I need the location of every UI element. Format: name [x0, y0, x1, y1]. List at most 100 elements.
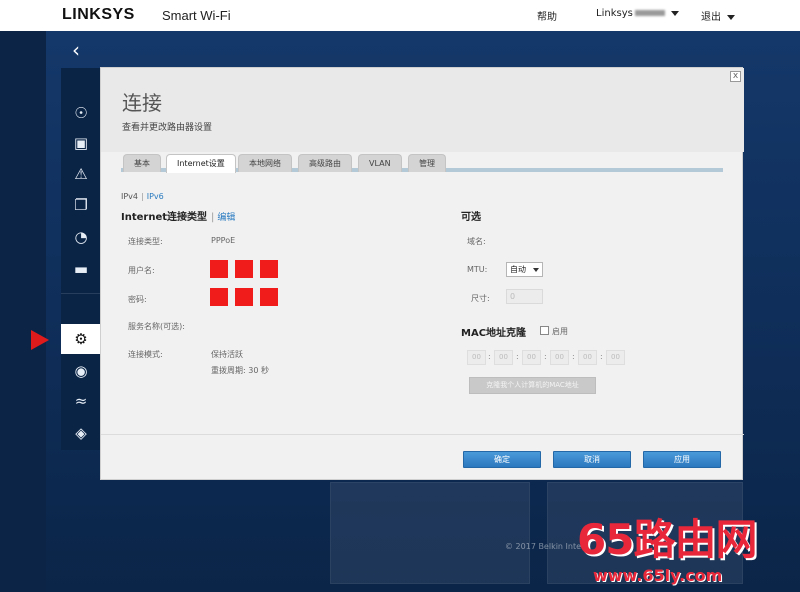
mac-octet-input[interactable]: 00	[606, 350, 625, 365]
mac-colon: :	[488, 352, 491, 361]
toolbox-icon: ▣	[73, 134, 89, 152]
mac-colon: :	[600, 352, 603, 361]
sidebar-divider	[61, 293, 101, 294]
redaction-block	[210, 260, 228, 278]
shield-icon: ◈	[75, 424, 87, 442]
mac-colon: :	[544, 352, 547, 361]
mac-octet-input[interactable]: 00	[550, 350, 569, 365]
copyright-text: © 2017 Belkin Inte	[505, 542, 582, 551]
username-label: 用户名:	[128, 266, 155, 275]
tab-basic[interactable]: 基本	[123, 154, 161, 172]
tab-vlan[interactable]: VLAN	[358, 154, 402, 172]
watermark-site-name: 65路由网	[577, 515, 757, 564]
close-icon[interactable]: x	[730, 71, 741, 82]
background-stripe	[0, 31, 46, 592]
ip-version-separator: |	[141, 192, 144, 201]
sidebar-item-connectivity[interactable]: ⚙	[61, 324, 101, 354]
sidebar-item-wifi[interactable]: ≈	[61, 386, 101, 416]
mac-octet-input[interactable]: 00	[494, 350, 513, 365]
conn-mode-label: 连接模式:	[128, 350, 163, 359]
mtu-size-input[interactable]: 0	[506, 289, 543, 304]
help-link[interactable]: 帮助	[537, 8, 557, 23]
tab-advanced-routing[interactable]: 高级路由	[298, 154, 352, 172]
sidebar-item-devices[interactable]: ❐	[61, 190, 101, 220]
mtu-selected-value: 自动	[510, 265, 526, 274]
product-name: Smart Wi-Fi	[162, 8, 231, 23]
connectivity-dialog: x 连接 查看并更改路由器设置 基本 Internet设置 本地网络 高级路由 …	[100, 67, 744, 480]
tab-administration[interactable]: 管理	[408, 154, 446, 172]
sidebar-item-storage[interactable]: ▬	[61, 254, 101, 284]
sidebar: ☉ ▣ ⚠ ❐ ◔ ▬ ⚙ ◉ ≈ ◈	[61, 68, 101, 450]
clone-mac-button[interactable]: 克隆我个人计算机的MAC地址	[469, 377, 596, 394]
redaction-block	[235, 260, 253, 278]
sidebar-item-warning[interactable]: ⚠	[61, 159, 101, 189]
sidebar-item-toolbox[interactable]: ▣	[61, 128, 101, 158]
mac-colon: :	[572, 352, 575, 361]
conn-mode-value: 保持活跃	[211, 350, 243, 359]
conn-type-value: PPPoE	[211, 236, 236, 245]
ipv4-link[interactable]: IPv4	[121, 192, 138, 201]
domain-label: 域名:	[467, 237, 486, 246]
speed-icon: ◔	[74, 228, 88, 246]
dialog-footer-divider	[101, 434, 744, 435]
mac-octet-input[interactable]: 00	[522, 350, 541, 365]
service-name-label: 服务名称(可选):	[128, 322, 185, 331]
redaction-block	[210, 288, 228, 306]
dialog-subtitle: 查看并更改路由器设置	[122, 123, 213, 133]
mtu-select[interactable]: 自动	[506, 262, 543, 277]
account-name: Linksys	[596, 8, 633, 19]
router-icon: ☉	[74, 104, 88, 122]
redaction-block	[260, 288, 278, 306]
mtu-label: MTU:	[467, 265, 488, 274]
watermark-site-url: www.65ly.com	[593, 566, 723, 585]
devices-icon: ❐	[74, 196, 88, 214]
edit-separator: |	[211, 212, 215, 223]
edit-link[interactable]: 编辑	[217, 213, 235, 223]
internet-section-label: Internet连接类型	[121, 212, 208, 223]
sidebar-item-speed[interactable]: ◔	[61, 222, 101, 252]
sidebar-item-camera[interactable]: ◉	[61, 356, 101, 386]
tab-internet-settings[interactable]: Internet设置	[166, 154, 236, 173]
redaction-block	[235, 288, 253, 306]
mac-octet-input[interactable]: 00	[578, 350, 597, 365]
warning-icon: ⚠	[74, 165, 88, 183]
sidebar-item-router[interactable]: ☉	[61, 98, 101, 128]
chevron-down-icon	[727, 14, 735, 20]
wifi-icon: ≈	[74, 392, 88, 410]
linksys-logo[interactable]: LINKSYS	[62, 6, 135, 24]
tab-bar: 基本 Internet设置 本地网络 高级路由 VLAN 管理	[121, 154, 723, 173]
apply-button[interactable]: 应用	[643, 451, 721, 468]
conn-type-label: 连接类型:	[128, 237, 163, 246]
dialog-header: x 连接 查看并更改路由器设置	[101, 68, 744, 152]
sidebar-item-security[interactable]: ◈	[61, 418, 101, 448]
camera-icon: ◉	[74, 362, 88, 380]
mac-colon: :	[516, 352, 519, 361]
ipv6-link[interactable]: IPv6	[147, 192, 164, 201]
storage-icon: ▬	[73, 260, 89, 278]
cancel-button[interactable]: 取消	[553, 451, 631, 468]
logout-menu[interactable]: 退出	[701, 8, 735, 23]
optional-section-title: 可选	[461, 212, 481, 223]
size-label: 尺寸:	[471, 294, 490, 303]
ip-version-switch: IPv4 | IPv6	[121, 192, 164, 201]
blurred-account-id	[634, 10, 665, 16]
ok-button[interactable]: 确定	[463, 451, 541, 468]
mac-octet-input[interactable]: 00	[467, 350, 486, 365]
password-label: 密码:	[128, 295, 147, 304]
tab-local-network[interactable]: 本地网络	[238, 154, 292, 172]
back-arrow-icon[interactable]: ‹	[72, 38, 80, 62]
background-card	[330, 482, 530, 584]
redaction-block	[260, 260, 278, 278]
logout-label: 退出	[701, 12, 721, 23]
mac-clone-enable-checkbox[interactable]	[540, 326, 549, 335]
red-pointer-arrow-icon	[31, 330, 49, 350]
redial-period: 重拨周期: 30 秒	[211, 366, 269, 375]
mac-clone-enable-label: 启用	[552, 327, 568, 336]
top-bar: LINKSYS Smart Wi-Fi 帮助 Linksys 退出	[0, 0, 800, 31]
gears-icon: ⚙	[74, 330, 88, 348]
dialog-title: 连接	[122, 91, 162, 115]
account-menu[interactable]: Linksys	[596, 8, 679, 19]
chevron-down-icon	[670, 10, 679, 16]
mac-clone-title: MAC地址克隆	[461, 328, 527, 339]
dropdown-arrow-icon	[533, 268, 539, 272]
